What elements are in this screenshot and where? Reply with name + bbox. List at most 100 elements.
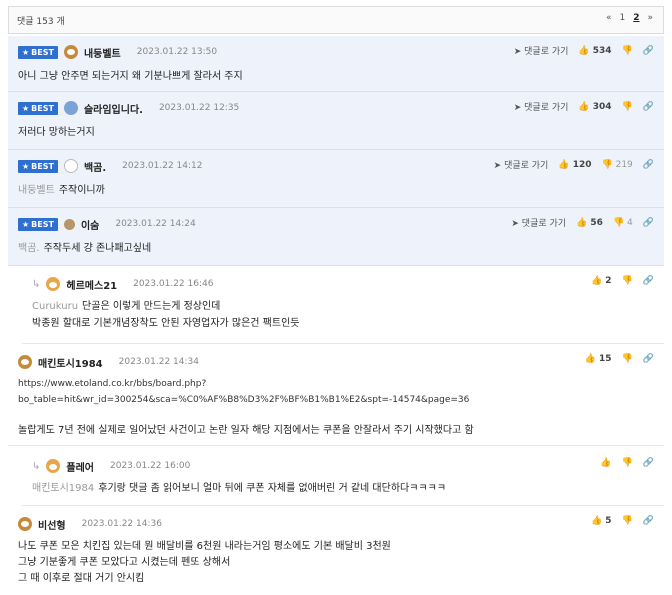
comment-date: 2023.01.22 14:12 [122, 161, 203, 171]
page-link-2[interactable]: 2 [633, 13, 639, 23]
best-badge: ★ BEST [18, 101, 58, 115]
thumbs-up-icon: 👍 [558, 159, 570, 170]
goto-comment-button[interactable]: ➤ 댓글로 가기 [511, 216, 566, 229]
upvote-button[interactable]: 👍 56 [576, 218, 603, 228]
upvote-button[interactable]: 👍 15 [585, 354, 612, 364]
link-icon[interactable]: 🔗 [643, 218, 654, 228]
upvote-button[interactable]: 👍 [600, 458, 611, 468]
comment-date: 2023.01.22 16:00 [110, 461, 191, 471]
link-icon[interactable]: 🔗 [643, 160, 654, 170]
comment-date: 2023.01.22 13:50 [136, 47, 218, 57]
comment-author[interactable]: 매킨토시1984 [38, 355, 103, 370]
link-icon[interactable]: 🔗 [643, 46, 654, 56]
downvote-button[interactable]: 👎 [622, 458, 633, 468]
downvote-button[interactable]: 👎 [622, 46, 633, 56]
link-icon[interactable]: 🔗 [643, 458, 654, 468]
comment-author[interactable]: 내둥벨트 [84, 45, 121, 60]
thumbs-down-icon: 👎 [621, 45, 633, 56]
downvote-button[interactable]: 👎 [622, 276, 633, 286]
upvote-button[interactable]: 👍 2 [591, 276, 612, 286]
upvote-button[interactable]: 👍 120 [558, 160, 591, 170]
comment-text-line: 박종원 할대로 기본개념장착도 안된 자영업자가 많은건 팩트인듯 [32, 318, 300, 329]
comments-header: 댓글 153 개 « 1 2 » [8, 6, 664, 34]
downvote-button[interactable]: 👎 219 [602, 160, 633, 170]
reply-target: 매킨토시1984 [32, 483, 95, 494]
send-arrow-icon: ➤ [513, 47, 522, 57]
comment-count: 댓글 153 개 [17, 17, 65, 27]
send-arrow-icon: ➤ [511, 219, 519, 229]
comment-author[interactable]: 비선형 [38, 517, 66, 532]
goto-comment-button[interactable]: ➤ 댓글로 가기 [514, 100, 569, 113]
thumbs-down-icon: 👎 [612, 217, 625, 228]
comment-author[interactable]: 헤르메스21 [66, 277, 117, 292]
star-icon: ★ [22, 161, 30, 171]
best-comment: ★ BEST 내둥벨트 2023.01.22 13:50 ➤ 댓글로 가기 👍 5… [8, 36, 664, 92]
page-link-1[interactable]: 1 [619, 13, 625, 23]
avatar [63, 45, 78, 59]
comment-date: 2023.01.22 14:36 [81, 519, 162, 529]
star-icon: ★ [22, 219, 30, 229]
comment-text: Curukuru 단골은 이렇게 만드는게 정상인데 [32, 301, 221, 312]
best-badge: ★ BEST [18, 159, 58, 173]
best-badge: ★ BEST [18, 45, 58, 59]
best-comment: ★ BEST 이숨 2023.01.22 14:24 ➤ 댓글로 가기 👍 56 … [8, 208, 664, 266]
upvote-button[interactable]: 👍 304 [578, 102, 611, 112]
downvote-button[interactable]: 👎 [622, 516, 633, 526]
reply-target: 내둥벨트 [18, 185, 55, 196]
thumbs-down-icon: 👎 [621, 354, 633, 364]
thumbs-down-icon: 👎 [621, 101, 633, 112]
thumbs-down-icon: 👎 [621, 516, 633, 526]
next-page-link[interactable]: » [647, 13, 653, 23]
downvote-button[interactable]: 👎 [622, 102, 633, 112]
upvote-button[interactable]: 👍 534 [578, 46, 611, 56]
comment-url-link-cont[interactable]: bo_table=hit&wr_id=300254&sca=%C0%AF%B8%… [18, 392, 469, 409]
best-comment: ★ BEST 슬라임입니다. 2023.01.22 12:35 ➤ 댓글로 가기 … [8, 92, 664, 150]
downvote-button[interactable]: 👎 4 [613, 218, 633, 228]
comment-text: 백곰. 주작두세 걍 존나패고싶네 [18, 243, 152, 254]
star-icon: ★ [22, 103, 30, 113]
comment-author[interactable]: 플레어 [66, 459, 94, 474]
thumbs-up-icon: 👍 [590, 276, 603, 286]
comment-date: 2023.01.22 12:35 [158, 103, 240, 113]
thumbs-down-icon: 👎 [621, 276, 633, 286]
thumbs-down-icon: 👎 [601, 159, 613, 170]
avatar [63, 159, 78, 173]
comment-date: 2023.01.22 16:46 [133, 279, 214, 289]
comment-date: 2023.01.22 14:24 [115, 219, 196, 229]
avatar [63, 218, 75, 230]
thumbs-up-icon: 👍 [578, 45, 590, 56]
thumbs-up-icon: 👍 [578, 101, 590, 112]
comment-text-line: 그 때 이후로 절대 거기 안시킴 [18, 573, 145, 584]
link-icon[interactable]: 🔗 [643, 102, 654, 112]
link-icon[interactable]: 🔗 [643, 276, 654, 286]
comment-text: 놀랍게도 7년 전에 실제로 일어났던 사건이고 논란 일자 해당 지점에서는 … [18, 425, 474, 436]
reply-target: 백곰. [18, 243, 40, 254]
comment-author[interactable]: 이숨 [81, 217, 99, 232]
thumbs-up-icon: 👍 [590, 516, 603, 526]
thumbs-up-icon: 👍 [584, 354, 596, 364]
comment-author[interactable]: 백곰. [84, 159, 106, 174]
avatar [18, 517, 32, 531]
pagination: « 1 2 » [606, 13, 653, 23]
comment-text: 아니 그냥 안주면 되는거지 왜 기분나쁘게 잘라서 주지 [18, 71, 243, 82]
comment: 매킨토시1984 2023.01.22 14:34 👍 15 👎 🔗 https… [8, 346, 664, 446]
thumbs-up-icon: 👍 [600, 458, 612, 468]
comment-text-line: 그냥 기분좋게 쿠폰 모았다고 시켰는데 펜또 상해서 [18, 557, 231, 568]
link-icon[interactable]: 🔗 [643, 516, 654, 526]
thumbs-down-icon: 👎 [621, 458, 633, 468]
goto-comment-button[interactable]: ➤ 댓글로 가기 [514, 44, 569, 57]
prev-page-link[interactable]: « [606, 13, 612, 23]
comment-text: 저러다 망하는거지 [18, 127, 95, 138]
downvote-button[interactable]: 👎 [622, 354, 633, 364]
comment-text: 나도 쿠폰 모은 치킨집 있는데 뭔 배달비를 6천원 내라는거임 평소에도 기… [18, 541, 391, 552]
goto-comment-button[interactable]: ➤ 댓글로 가기 [494, 158, 549, 171]
best-badge: ★ BEST [18, 217, 58, 231]
comment-url-link[interactable]: https://www.etoland.co.kr/bbs/board.php? [18, 376, 206, 393]
upvote-button[interactable]: 👍 5 [591, 516, 612, 526]
send-arrow-icon: ➤ [493, 161, 502, 171]
comment: 비선형 2023.01.22 14:36 👍 5 👎 🔗 나도 쿠폰 모은 치킨… [8, 508, 664, 595]
link-icon[interactable]: 🔗 [643, 354, 654, 364]
comment-author[interactable]: 슬라임입니다. [84, 101, 143, 116]
reply-comment: ↳ 헤르메스21 2023.01.22 16:46 👍 2 👎 🔗 Curuku… [22, 268, 664, 344]
thumbs-up-icon: 👍 [576, 217, 588, 228]
